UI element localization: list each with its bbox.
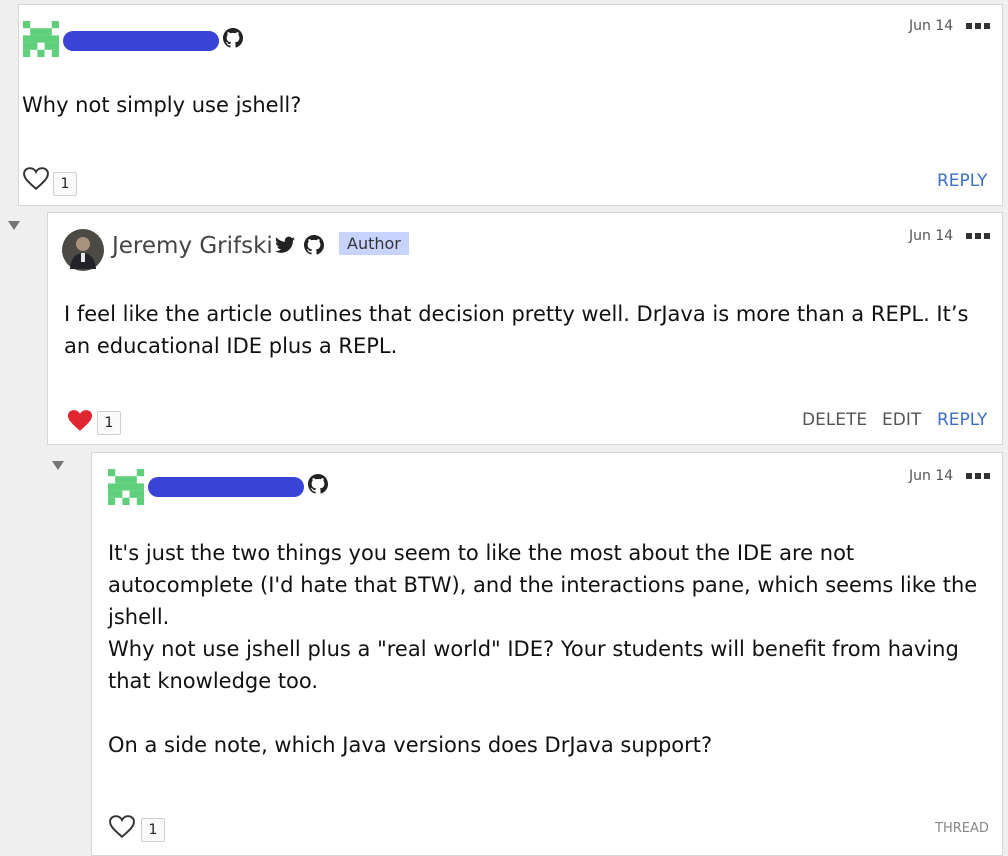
user-avatar[interactable] <box>108 469 144 505</box>
comment-card: Jun 14 Why not simply use jshell? 1 REPL… <box>18 4 1003 206</box>
comment-text-line: On a side note, which Java versions does… <box>108 733 713 757</box>
comment-date[interactable]: Jun 14 <box>909 468 953 484</box>
more-icon[interactable] <box>966 233 990 239</box>
author-avatar[interactable] <box>62 229 104 271</box>
comment-text-line: jshell. <box>108 605 170 629</box>
comment-date[interactable]: Jun 14 <box>909 228 953 244</box>
more-icon[interactable] <box>966 23 990 29</box>
reply-button[interactable]: REPLY <box>937 410 987 430</box>
comment-card: Jun 14 It's just the two things you seem… <box>91 452 1003 856</box>
heart-icon[interactable] <box>66 409 94 433</box>
like-count: 1 <box>141 818 165 842</box>
redacted-username <box>148 477 304 497</box>
comment-text-line: Why not simply use jshell? <box>22 93 302 117</box>
heart-icon[interactable] <box>109 815 135 839</box>
comment-text-line: It's just the two things you seem to lik… <box>108 541 855 565</box>
collapse-arrow-icon[interactable] <box>8 221 20 230</box>
thread-link[interactable]: THREAD <box>935 821 989 836</box>
redacted-username <box>63 31 219 51</box>
author-name[interactable]: Jeremy Grifski <box>112 233 273 259</box>
comment-body: Why not simply use jshell? <box>22 89 301 121</box>
github-icon[interactable] <box>308 474 328 494</box>
comment-text-line: Why not use jshell plus a "real world" I… <box>108 637 959 661</box>
comment-text-line <box>108 697 977 729</box>
comment-card: Jeremy Grifski Author Jun 14 I feel like… <box>47 212 1003 445</box>
github-icon[interactable] <box>304 235 324 255</box>
delete-button[interactable]: DELETE <box>802 410 867 430</box>
like-count: 1 <box>53 172 77 196</box>
reply-button[interactable]: REPLY <box>937 171 987 191</box>
comment-text-line: an educational IDE plus a REPL. <box>64 334 398 358</box>
collapse-arrow-icon[interactable] <box>52 461 64 470</box>
comment-date[interactable]: Jun 14 <box>909 18 953 34</box>
twitter-icon[interactable] <box>275 235 295 255</box>
comment-text-line: autocomplete (I'd hate that BTW), and th… <box>108 573 978 597</box>
github-icon[interactable] <box>223 28 243 48</box>
comment-body: I feel like the article outlines that de… <box>64 298 968 362</box>
more-icon[interactable] <box>966 473 990 479</box>
author-badge: Author <box>339 232 409 255</box>
edit-button[interactable]: EDIT <box>882 410 921 430</box>
like-count: 1 <box>97 411 121 435</box>
heart-icon[interactable] <box>23 167 49 191</box>
comment-body: It's just the two things you seem to lik… <box>108 537 977 761</box>
user-avatar[interactable] <box>23 21 59 57</box>
comment-text-line: that knowledge too. <box>108 669 319 693</box>
comment-text-line: I feel like the article outlines that de… <box>64 302 969 326</box>
